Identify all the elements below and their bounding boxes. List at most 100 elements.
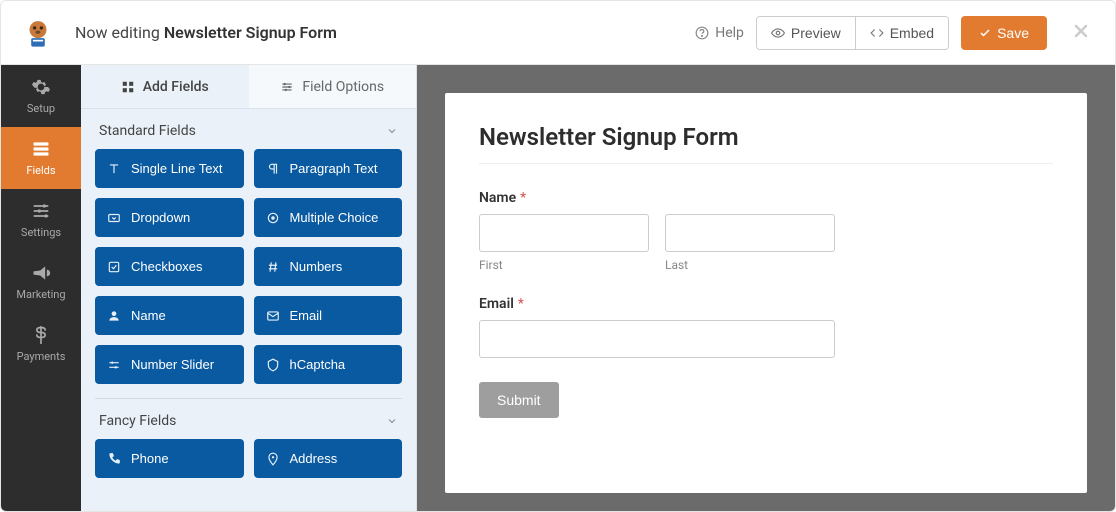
sliders-icon [31, 201, 51, 221]
field-name[interactable]: Name [95, 296, 244, 335]
required-mark: * [518, 296, 524, 312]
paragraph-icon [266, 162, 280, 176]
dropdown-icon [107, 211, 121, 225]
field-checkboxes[interactable]: Checkboxes [95, 247, 244, 286]
field-label: Phone [131, 451, 169, 466]
field-number-slider[interactable]: Number Slider [95, 345, 244, 384]
form-name: Newsletter Signup Form [164, 23, 337, 42]
form-canvas: Newsletter Signup Form Name* First Last [417, 65, 1115, 511]
required-mark: * [520, 190, 526, 206]
last-name-input[interactable] [665, 214, 835, 252]
name-split: First Last [479, 214, 1053, 272]
section-title: Standard Fields [99, 123, 196, 139]
tab-label: Add Fields [143, 79, 209, 95]
save-button[interactable]: Save [961, 16, 1047, 50]
user-icon [107, 309, 121, 323]
sidenav-label: Settings [21, 226, 61, 239]
options-icon [280, 80, 294, 94]
help-link[interactable]: Help [695, 25, 744, 41]
sidenav-item-payments[interactable]: Payments [1, 313, 81, 375]
close-icon [1071, 21, 1091, 41]
field-label: Checkboxes [131, 259, 203, 274]
sidenav: Setup Fields Settings Marketing Payments [1, 65, 81, 511]
form-card[interactable]: Newsletter Signup Form Name* First Last [445, 93, 1087, 493]
logo [21, 16, 55, 50]
check-icon [979, 27, 991, 39]
field-hcaptcha[interactable]: hCaptcha [254, 345, 403, 384]
section-title: Fancy Fields [99, 413, 176, 429]
sidenav-item-marketing[interactable]: Marketing [1, 251, 81, 313]
label-text: Name [479, 190, 516, 206]
chevron-down-icon [386, 415, 398, 427]
field-label: Dropdown [131, 210, 190, 225]
field-label: Paragraph Text [290, 161, 378, 176]
field-label: Number Slider [131, 357, 214, 372]
mail-icon [266, 309, 280, 323]
tab-add-fields[interactable]: Add Fields [81, 65, 249, 108]
page-title: Now editing Newsletter Signup Form [75, 23, 695, 42]
first-name-input[interactable] [479, 214, 649, 252]
form-icon [31, 139, 51, 159]
field-label: Email [290, 308, 323, 323]
radio-icon [266, 211, 280, 225]
title-prefix: Now editing [75, 23, 160, 42]
field-label: Name [131, 308, 166, 323]
field-multiple-choice[interactable]: Multiple Choice [254, 198, 403, 237]
close-button[interactable] [1067, 18, 1095, 48]
tab-field-options[interactable]: Field Options [249, 65, 417, 108]
main-body: Setup Fields Settings Marketing Payments [1, 65, 1115, 511]
field-email[interactable]: Email [254, 296, 403, 335]
field-address[interactable]: Address [254, 439, 403, 478]
pin-icon [266, 452, 280, 466]
hash-icon [266, 260, 280, 274]
name-label: Name* [479, 190, 1053, 206]
field-paragraph-text[interactable]: Paragraph Text [254, 149, 403, 188]
field-label: Numbers [290, 259, 343, 274]
slider-icon [107, 358, 121, 372]
help-icon [695, 26, 709, 40]
top-actions: Help Preview Embed Save [695, 16, 1095, 50]
standard-fields-grid: Single Line Text Paragraph Text Dropdown… [95, 149, 402, 384]
check-icon [107, 260, 121, 274]
shield-icon [266, 358, 280, 372]
chevron-down-icon [386, 125, 398, 137]
field-phone[interactable]: Phone [95, 439, 244, 478]
preview-button[interactable]: Preview [757, 17, 855, 49]
sidenav-item-setup[interactable]: Setup [1, 65, 81, 127]
phone-icon [107, 452, 121, 466]
gear-icon [31, 77, 51, 97]
field-dropdown[interactable]: Dropdown [95, 198, 244, 237]
dollar-icon [31, 325, 51, 345]
embed-label: Embed [890, 25, 934, 41]
panel-scroll[interactable]: Standard Fields Single Line Text Paragra… [81, 109, 416, 511]
eye-icon [771, 26, 785, 40]
sidenav-label: Setup [27, 102, 55, 115]
field-label: hCaptcha [290, 357, 346, 372]
first-sublabel: First [479, 258, 649, 272]
help-label: Help [715, 25, 744, 41]
last-sublabel: Last [665, 258, 835, 272]
field-numbers[interactable]: Numbers [254, 247, 403, 286]
field-single-line-text[interactable]: Single Line Text [95, 149, 244, 188]
text-icon [107, 162, 121, 176]
submit-button[interactable]: Submit [479, 382, 559, 418]
panel-tabs: Add Fields Field Options [81, 65, 416, 109]
preview-label: Preview [791, 25, 841, 41]
last-name-col: Last [665, 214, 835, 272]
field-label: Single Line Text [131, 161, 223, 176]
form-title: Newsletter Signup Form [479, 123, 1053, 164]
embed-button[interactable]: Embed [855, 17, 948, 49]
save-label: Save [997, 25, 1029, 41]
fields-panel: Add Fields Field Options Standard Fields… [81, 65, 417, 511]
app-frame: Now editing Newsletter Signup Form Help … [0, 0, 1116, 512]
field-label: Address [290, 451, 338, 466]
email-label: Email* [479, 296, 1053, 312]
section-head-standard[interactable]: Standard Fields [95, 109, 402, 149]
first-name-col: First [479, 214, 649, 272]
sidenav-item-settings[interactable]: Settings [1, 189, 81, 251]
section-head-fancy[interactable]: Fancy Fields [95, 399, 402, 439]
email-input[interactable] [479, 320, 835, 358]
sidenav-item-fields[interactable]: Fields [1, 127, 81, 189]
code-icon [870, 26, 884, 40]
preview-embed-group: Preview Embed [756, 16, 949, 50]
